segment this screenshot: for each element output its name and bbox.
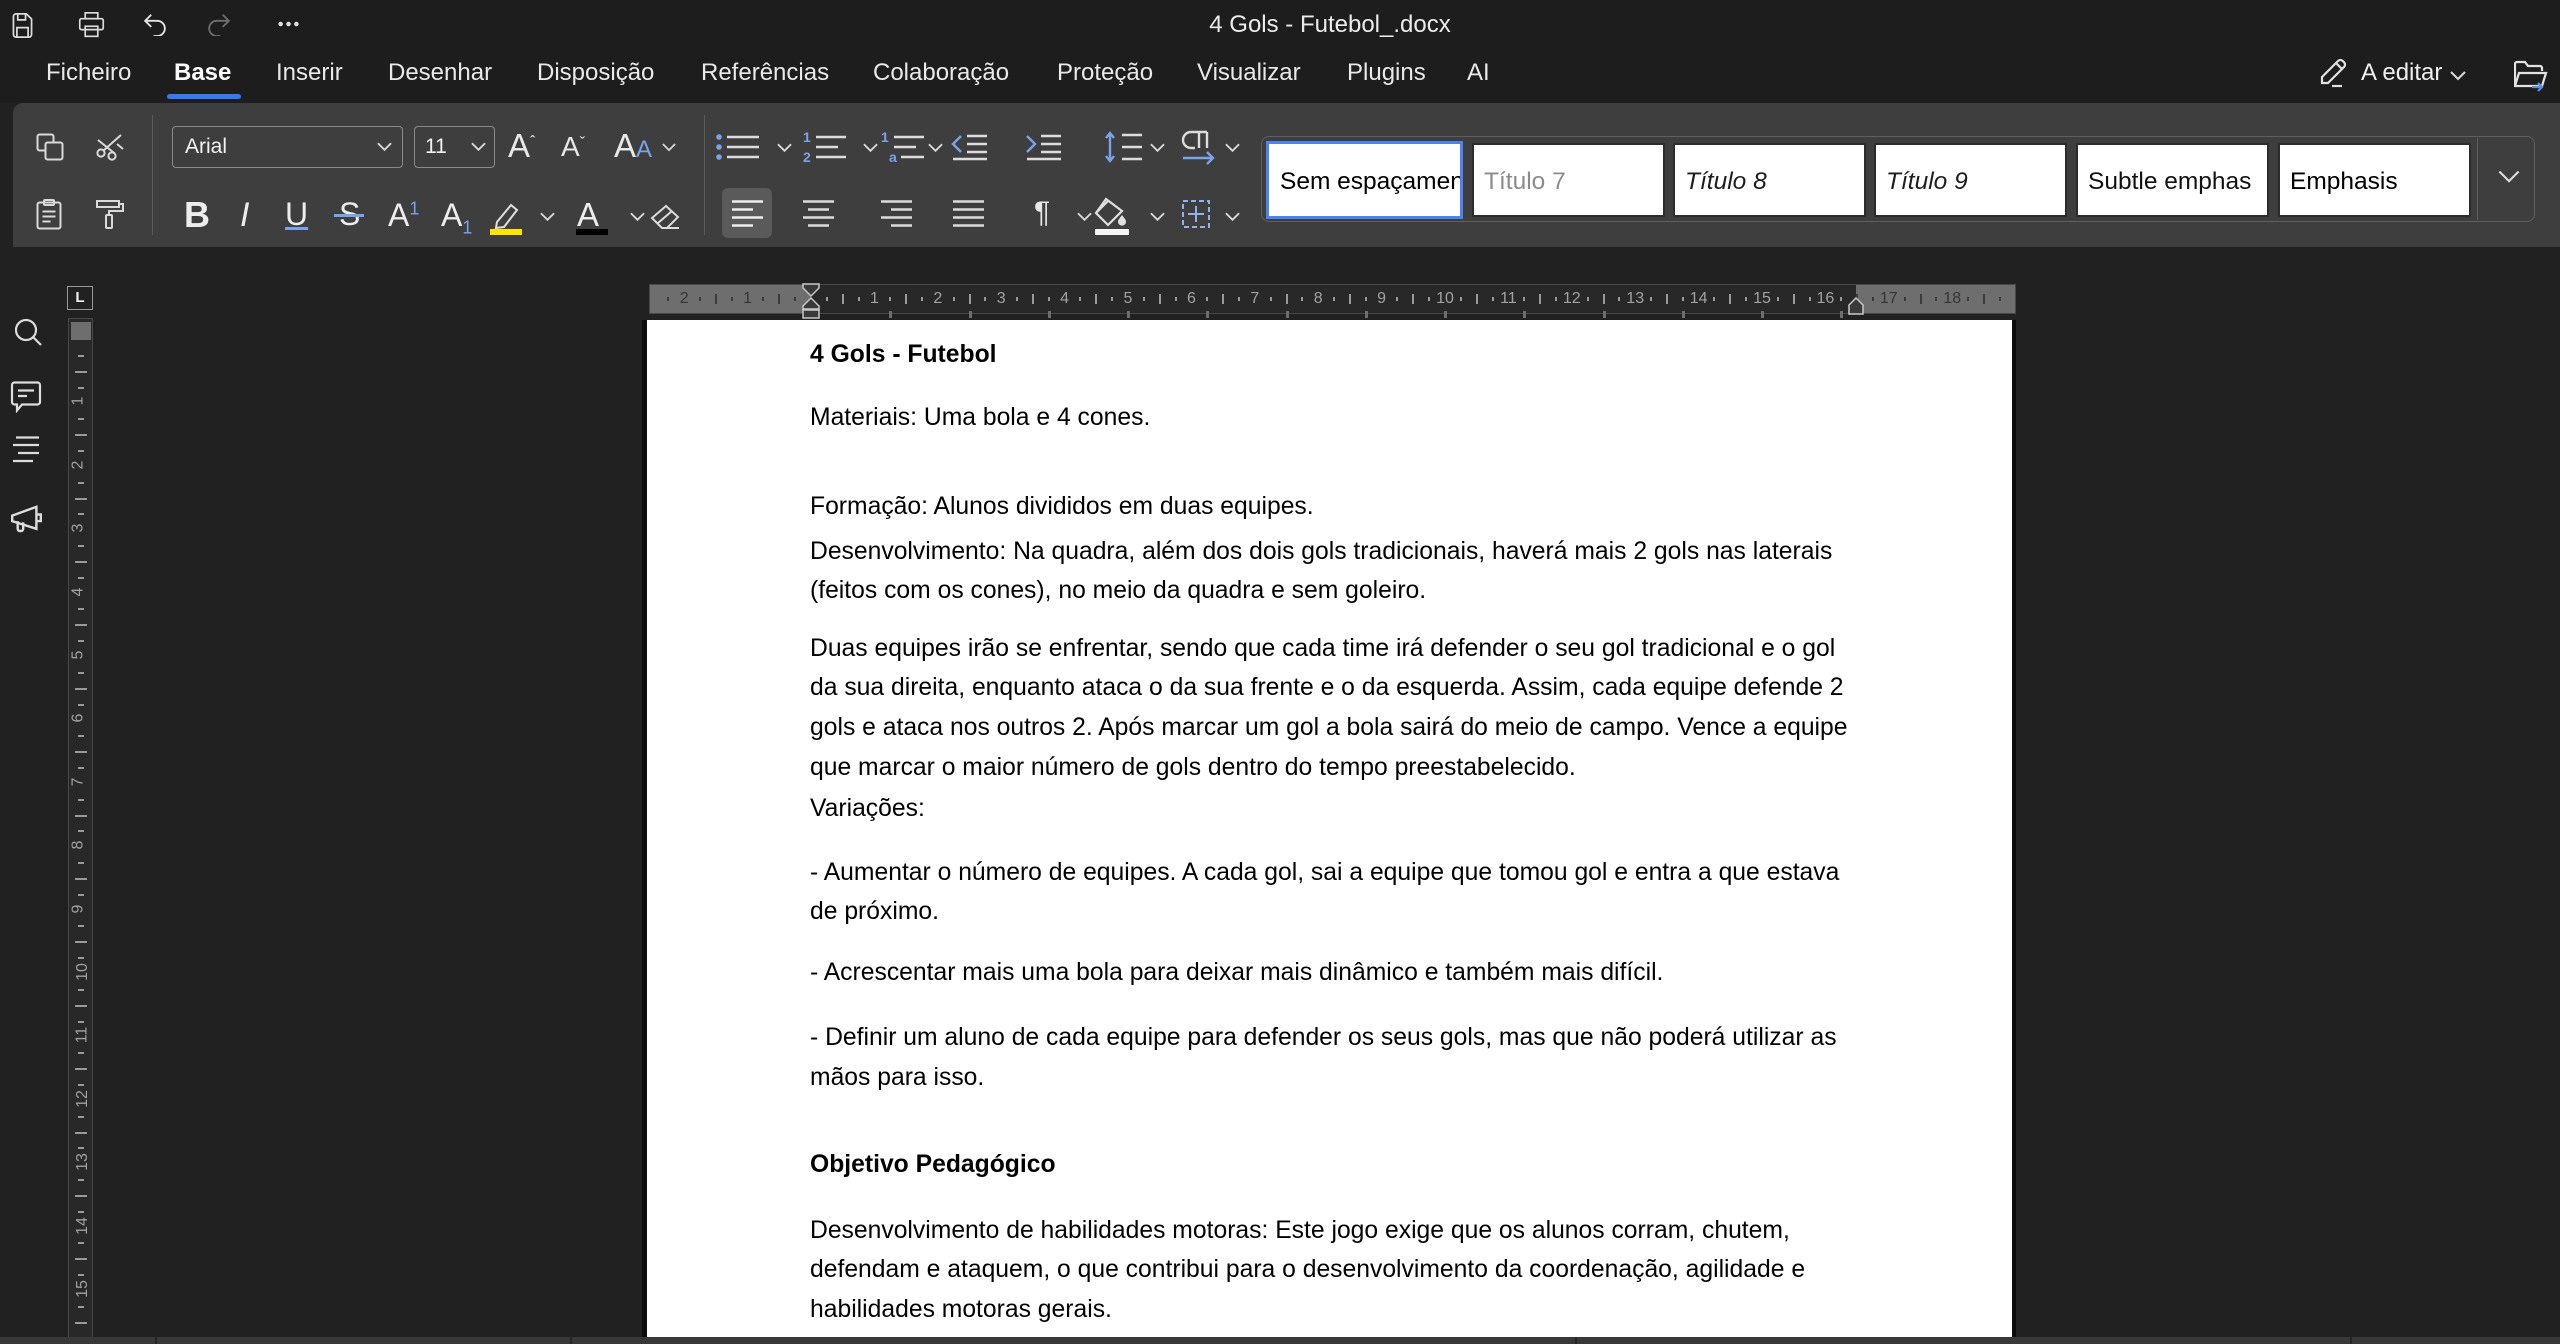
svg-text:A: A [577, 200, 599, 233]
svg-text:2: 2 [803, 149, 811, 164]
svg-text:a: a [889, 149, 897, 164]
svg-text:1: 1 [881, 130, 889, 145]
svg-text:1: 1 [803, 130, 811, 145]
